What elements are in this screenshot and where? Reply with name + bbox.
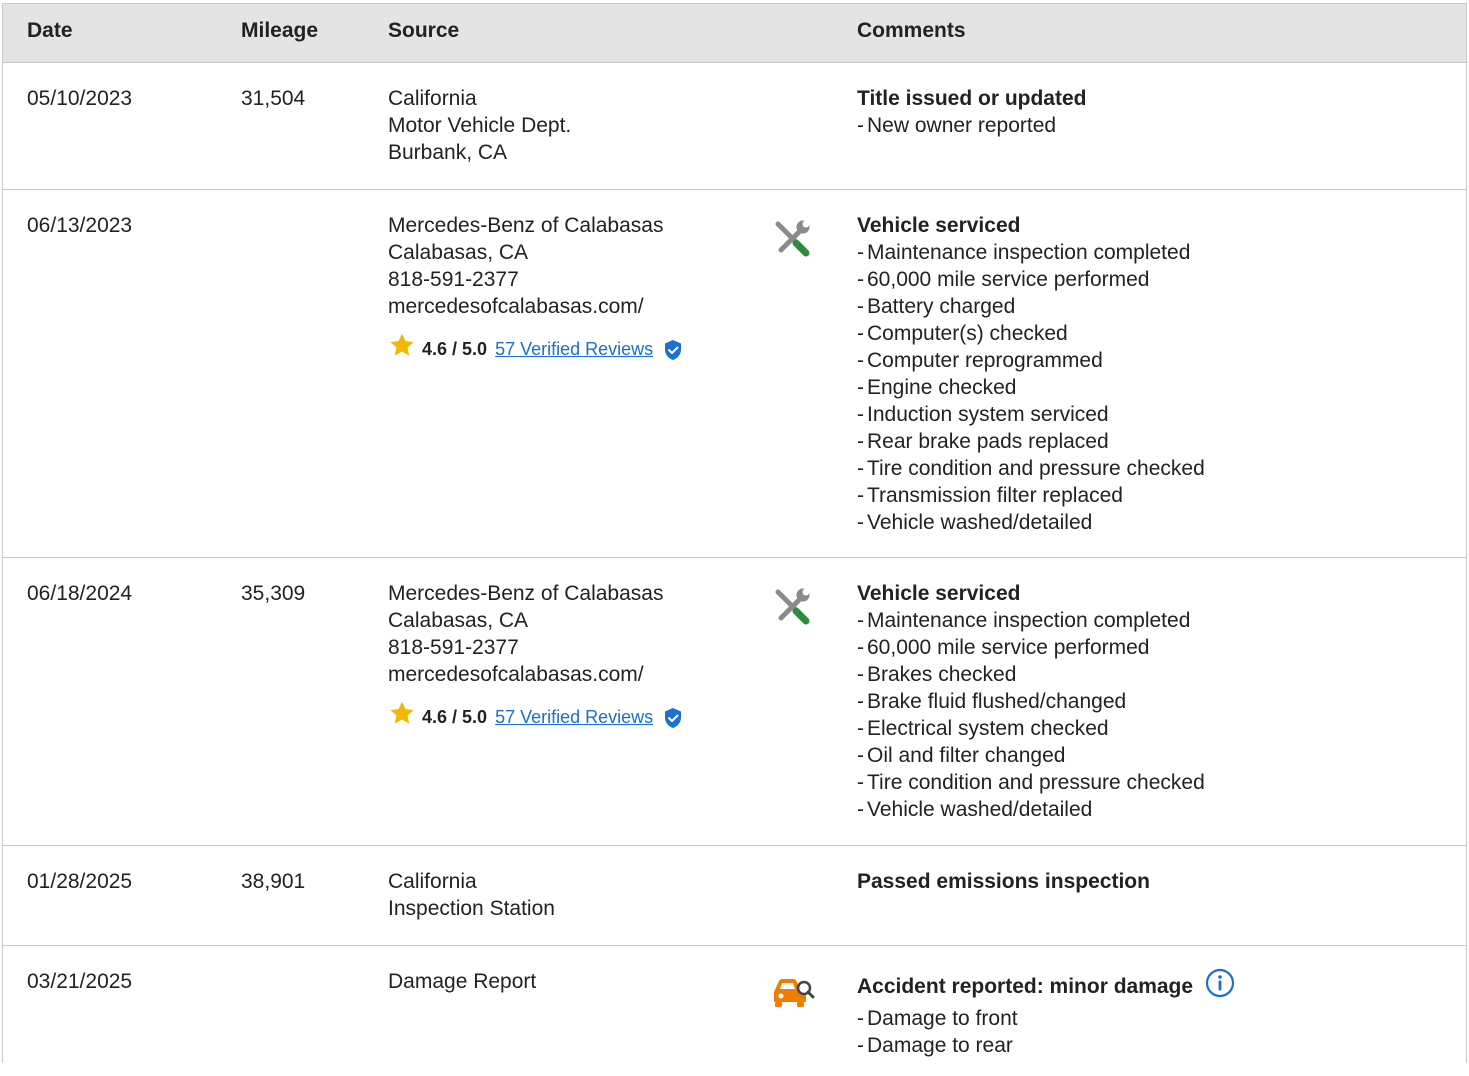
verified-shield-icon — [663, 339, 683, 361]
row-source: California Inspection Station — [388, 868, 555, 922]
comment-item: - Engine checked — [857, 376, 1017, 399]
row-comments: Passed emissions inspection — [857, 868, 1150, 895]
row-source: Mercedes-Benz of Calabasas Calabasas, CA… — [388, 580, 683, 735]
comment-item: -60,000 mile service performed — [857, 636, 1150, 659]
source-line: Calabasas, CA — [388, 609, 529, 632]
comment-item: - Brake fluid flushed/changed — [857, 690, 1127, 713]
row-comments: Vehicle serviced - Maintenance inspection… — [857, 212, 1205, 536]
table-row: 01/28/2025 38,901 California Inspection … — [3, 846, 1466, 946]
source-line: Calabasas, CA — [388, 241, 529, 264]
row-date: 05/10/2023 — [27, 87, 133, 110]
column-header-mileage: Mileage — [241, 19, 319, 42]
table-row: 05/10/2023 31,504 California Motor Vehic… — [3, 63, 1466, 190]
source-line: mercedesofcalabasas.com/ — [388, 663, 644, 686]
comment-title: Vehicle serviced — [857, 214, 1021, 237]
column-header-date: Date — [27, 19, 73, 42]
row-source: Mercedes-Benz of Calabasas Calabasas, CA… — [388, 212, 683, 367]
comment-item: - Maintenance inspection completed — [857, 241, 1191, 264]
row-comments: Title issued or updated - New owner repor… — [857, 85, 1086, 139]
comment-item: - Transmission filter replaced — [857, 484, 1123, 507]
comment-item: - Maintenance inspection completed — [857, 609, 1191, 632]
table-row: 03/21/2025 Damage Report Accident report… — [3, 946, 1466, 1076]
row-source: Damage Report — [388, 968, 536, 995]
verified-reviews-link[interactable]: 57 Verified Reviews — [495, 336, 653, 363]
source-line: California — [388, 870, 477, 893]
row-comments: Accident reported: minor damage - Damage … — [857, 968, 1235, 1059]
comment-item: - Oil and filter changed — [857, 744, 1066, 767]
comment-item: - Brakes checked — [857, 663, 1017, 686]
source-line: mercedesofcalabasas.com/ — [388, 295, 644, 318]
table-row: 06/13/2023 Mercedes-Benz of Calabasas Ca… — [3, 190, 1466, 558]
row-mileage: 38,901 — [241, 870, 306, 893]
row-date: 06/13/2023 — [27, 214, 133, 237]
comment-item: - Vehicle washed/detailed — [857, 798, 1093, 821]
service-icon — [771, 218, 813, 260]
service-icon — [771, 586, 813, 628]
comment-title: Accident reported: minor damage — [857, 975, 1194, 998]
comment-item: - Battery charged — [857, 295, 1016, 318]
rating-score: 4.6 / 5.0 — [422, 339, 488, 359]
source-line: Mercedes-Benz of Calabasas — [388, 582, 664, 605]
star-icon — [388, 332, 416, 367]
source-line: 818-591-2377 — [388, 268, 519, 291]
vehicle-history-table: Date Mileage Source Comments 05/10/2023 … — [2, 3, 1467, 1076]
row-comments: Vehicle serviced - Maintenance inspection… — [857, 580, 1205, 823]
row-date: 06/18/2024 — [27, 582, 133, 605]
row-date: 01/28/2025 — [27, 870, 133, 893]
comment-item: -60,000 mile service performed — [857, 268, 1150, 291]
comment-item: - Damage to front — [857, 1007, 1018, 1030]
comment-item: - Tire condition and pressure checked — [857, 457, 1205, 480]
comment-item: - Rear brake pads replaced — [857, 430, 1109, 453]
row-mileage: 35,309 — [241, 582, 306, 605]
table-row: 06/18/2024 35,309 Mercedes-Benz of Calab… — [3, 558, 1466, 846]
source-line: Damage Report — [388, 970, 537, 993]
verified-reviews-link[interactable]: 57 Verified Reviews — [495, 704, 653, 731]
comment-title: Passed emissions inspection — [857, 870, 1150, 893]
info-icon[interactable] — [1205, 968, 1235, 1005]
comment-title: Title issued or updated — [857, 87, 1087, 110]
column-header-source: Source — [388, 19, 460, 42]
comment-title-line: Accident reported: minor damage — [857, 968, 1235, 1005]
source-line: 818-591-2377 — [388, 636, 519, 659]
comment-item: - Induction system serviced — [857, 403, 1109, 426]
row-date: 03/21/2025 — [27, 970, 133, 993]
row-mileage: 31,504 — [241, 87, 306, 110]
source-line: Mercedes-Benz of Calabasas — [388, 214, 664, 237]
dealer-rating: 4.6 / 5.0 57 Verified Reviews — [388, 332, 683, 367]
comment-item: - New owner reported — [857, 114, 1057, 137]
rating-score: 4.6 / 5.0 — [422, 707, 488, 727]
comment-item: - Vehicle washed/detailed — [857, 511, 1093, 534]
row-source: California Motor Vehicle Dept. Burbank, … — [388, 85, 571, 166]
column-header-comments: Comments — [857, 19, 966, 42]
comment-item: - Electrical system checked — [857, 717, 1109, 740]
source-line: Inspection Station — [388, 897, 555, 920]
source-line: California — [388, 87, 477, 110]
table-header: Date Mileage Source Comments — [3, 4, 1466, 63]
comment-item: - Computer reprogrammed — [857, 349, 1103, 372]
comment-title: Vehicle serviced — [857, 582, 1021, 605]
damage-icon — [771, 974, 815, 1010]
comment-item: - Damage to rear — [857, 1034, 1013, 1057]
dealer-rating: 4.6 / 5.0 57 Verified Reviews — [388, 700, 683, 735]
verified-shield-icon — [663, 707, 683, 729]
source-line: Burbank, CA — [388, 141, 508, 164]
comment-item: - Tire condition and pressure checked — [857, 771, 1205, 794]
comment-item: - Computer(s) checked — [857, 322, 1068, 345]
source-line: Motor Vehicle Dept. — [388, 114, 572, 137]
star-icon — [388, 700, 416, 735]
